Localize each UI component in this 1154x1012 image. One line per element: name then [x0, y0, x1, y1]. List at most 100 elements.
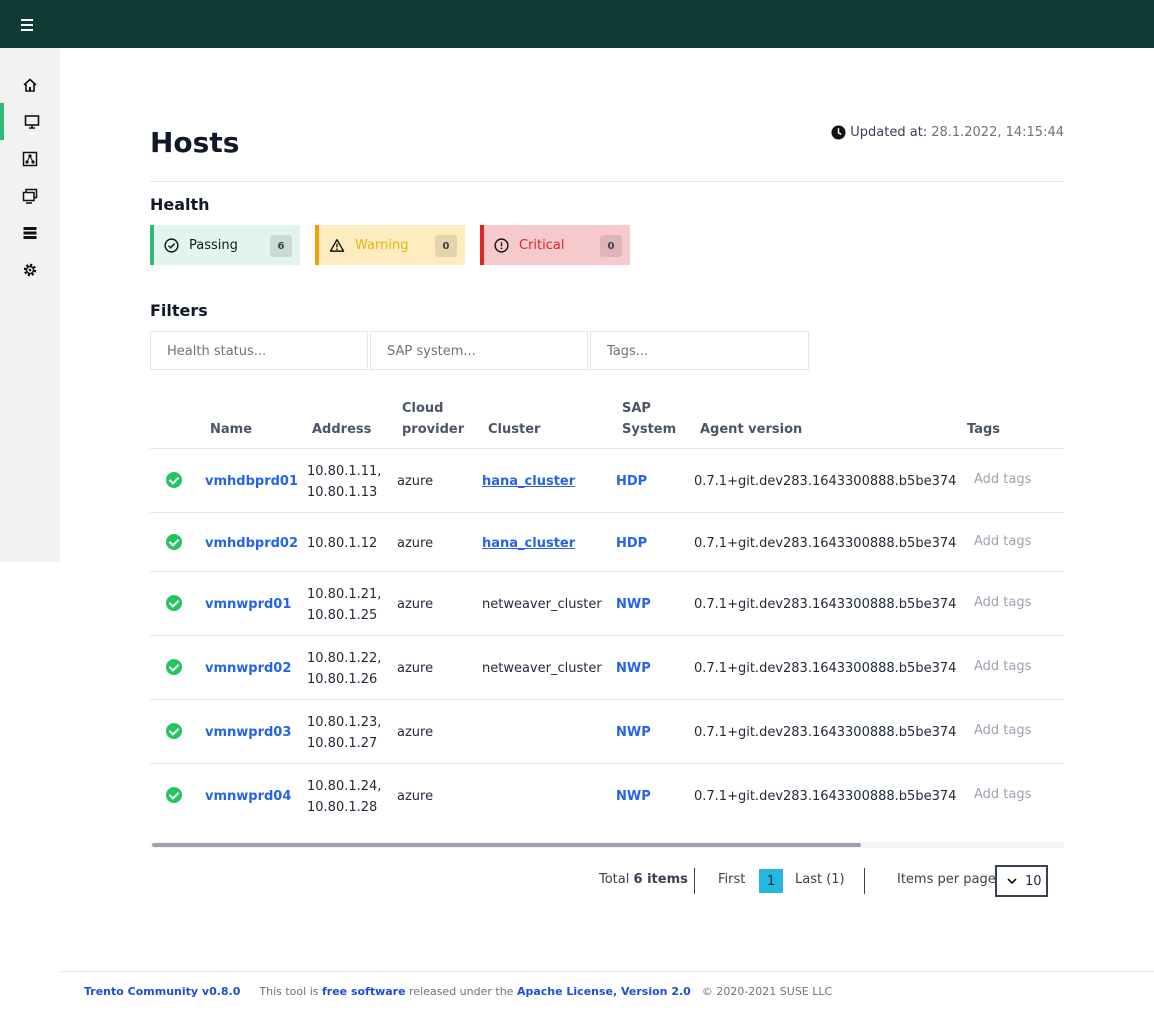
check-circle-icon [164, 237, 179, 253]
add-tags-button[interactable]: Add tags [974, 784, 1031, 805]
sidebar-item-clusters[interactable] [0, 140, 60, 177]
passing-status-icon [166, 472, 182, 488]
top-bar [0, 0, 1154, 48]
page-title: Hosts [150, 126, 240, 159]
sap-system-link[interactable]: HDP [616, 471, 647, 492]
add-tags-button[interactable]: Add tags [974, 592, 1031, 613]
table-row: vmnwprd03 10.80.1.23, 10.80.1.27 azure NWP 0.… [150, 699, 1064, 763]
agent-version: 0.7.1+git.dev283.1643300888.b5be374 [694, 597, 957, 612]
passing-status-icon [166, 659, 182, 675]
home-icon [23, 77, 37, 92]
cluster-name: netweaver_cluster [482, 597, 602, 612]
free-software-link[interactable]: free software [322, 985, 406, 998]
updated-value: 28.1.2022, 14:15:44 [931, 125, 1064, 140]
health-status-filter[interactable]: Health status... [150, 331, 368, 370]
updated-label: Updated at: [850, 125, 928, 140]
menu-icon[interactable] [19, 16, 37, 32]
host-name-link[interactable]: vmnwprd02 [205, 658, 291, 679]
footer-text-2: released under the [409, 985, 514, 998]
scrollbar-thumb[interactable] [152, 843, 861, 847]
footer: Trento Community v0.8.0 This tool is fre… [84, 985, 832, 998]
passing-status-icon [166, 787, 182, 803]
sidebar-item-home[interactable] [0, 66, 60, 103]
sidebar-item-settings[interactable] [0, 251, 60, 288]
cloud-provider: azure [397, 661, 434, 676]
table-row: vmhdbprd01 10.80.1.11, 10.80.1.13 azure hana… [150, 448, 1064, 512]
health-warning-filter[interactable]: Warning 0 [315, 225, 465, 265]
sidebar [0, 48, 60, 562]
divider [150, 181, 1064, 182]
host-name-link[interactable]: vmhdbprd01 [205, 471, 298, 492]
host-name-link[interactable]: vmnwprd04 [205, 786, 291, 807]
license-link[interactable]: Apache License, Version 2.0 [517, 985, 691, 998]
product-link[interactable]: Trento Community v0.8.0 [84, 985, 240, 998]
first-page-link[interactable]: First [718, 872, 745, 902]
divider [864, 868, 865, 894]
horizontal-scrollbar[interactable] [150, 842, 1064, 848]
cloud-provider: azure [397, 725, 434, 740]
items-per-page-label: Items per page [897, 872, 996, 887]
desktops-icon [22, 188, 38, 204]
footer-text-1: This tool is [259, 985, 319, 998]
sap-system-link[interactable]: NWP [616, 658, 651, 679]
divider [694, 868, 695, 894]
table-row: vmnwprd01 10.80.1.21, 10.80.1.25 azure netwe… [150, 571, 1064, 635]
monitor-icon [24, 114, 40, 129]
col-cloud-1[interactable]: Cloud [402, 398, 444, 419]
footer-divider [60, 971, 1154, 972]
tags-filter[interactable]: Tags... [590, 331, 809, 370]
sidebar-item-databases[interactable] [0, 214, 60, 251]
add-tags-button[interactable]: Add tags [974, 531, 1031, 552]
sap-system-link[interactable]: NWP [616, 594, 651, 615]
address-line-2: 10.80.1.13 [307, 485, 378, 500]
address-line-2: 10.80.1.28 [307, 800, 378, 815]
cloud-provider: azure [397, 536, 434, 551]
host-name-link[interactable]: vmnwprd01 [205, 594, 291, 615]
address-line-1: 10.80.1.24, [307, 779, 382, 794]
chevron-down-icon [1007, 878, 1017, 885]
critical-label: Critical [519, 237, 565, 253]
add-tags-button[interactable]: Add tags [974, 656, 1031, 677]
items-per-page-select[interactable]: 10 [995, 865, 1048, 897]
host-name-link[interactable]: vmhdbprd02 [205, 533, 298, 554]
host-name-link[interactable]: vmnwprd03 [205, 722, 291, 743]
col-address[interactable]: Address [312, 419, 371, 440]
add-tags-button[interactable]: Add tags [974, 720, 1031, 741]
col-tags[interactable]: Tags [967, 419, 1000, 440]
network-icon [22, 151, 38, 166]
address-line-1: 10.80.1.23, [307, 715, 382, 730]
warning-label: Warning [355, 237, 409, 253]
sap-system-link[interactable]: HDP [616, 533, 647, 554]
col-name[interactable]: Name [210, 419, 252, 440]
health-passing-filter[interactable]: Passing 6 [150, 225, 300, 265]
sap-system-link[interactable]: NWP [616, 786, 651, 807]
sidebar-item-sap-systems[interactable] [0, 177, 60, 214]
clock-icon [831, 125, 846, 140]
cluster-name[interactable]: hana_cluster [482, 533, 575, 554]
updated-at: Updated at: 28.1.2022, 14:15:44 [831, 125, 1064, 140]
table-row: vmnwprd04 10.80.1.24, 10.80.1.28 azure NWP 0.… [150, 763, 1064, 827]
items-per-page-value: 10 [1025, 873, 1042, 889]
address-line-2: 10.80.1.25 [307, 608, 378, 623]
col-sap-1[interactable]: SAP [622, 398, 651, 419]
warning-icon [329, 238, 345, 252]
cluster-name[interactable]: hana_cluster [482, 471, 575, 492]
sap-system-filter[interactable]: SAP system... [370, 331, 588, 370]
sap-system-link[interactable]: NWP [616, 722, 651, 743]
page-1-button[interactable]: 1 [759, 869, 783, 893]
col-cloud-2[interactable]: provider [402, 419, 464, 440]
passing-label: Passing [189, 237, 238, 253]
alert-circle-icon [494, 237, 509, 253]
agent-version: 0.7.1+git.dev283.1643300888.b5be374 [694, 789, 957, 804]
sidebar-item-hosts[interactable] [0, 103, 60, 140]
col-sap-2[interactable]: System [622, 419, 676, 440]
col-cluster[interactable]: Cluster [488, 419, 540, 440]
agent-version: 0.7.1+git.dev283.1643300888.b5be374 [694, 474, 957, 489]
add-tags-button[interactable]: Add tags [974, 469, 1031, 490]
total-count: 6 items [633, 872, 688, 887]
filters-heading: Filters [150, 301, 208, 320]
col-agent[interactable]: Agent version [700, 419, 802, 440]
last-page-link[interactable]: Last (1) [795, 872, 845, 902]
health-critical-filter[interactable]: Critical 0 [480, 225, 630, 265]
address-line-1: 10.80.1.11, [307, 464, 382, 479]
